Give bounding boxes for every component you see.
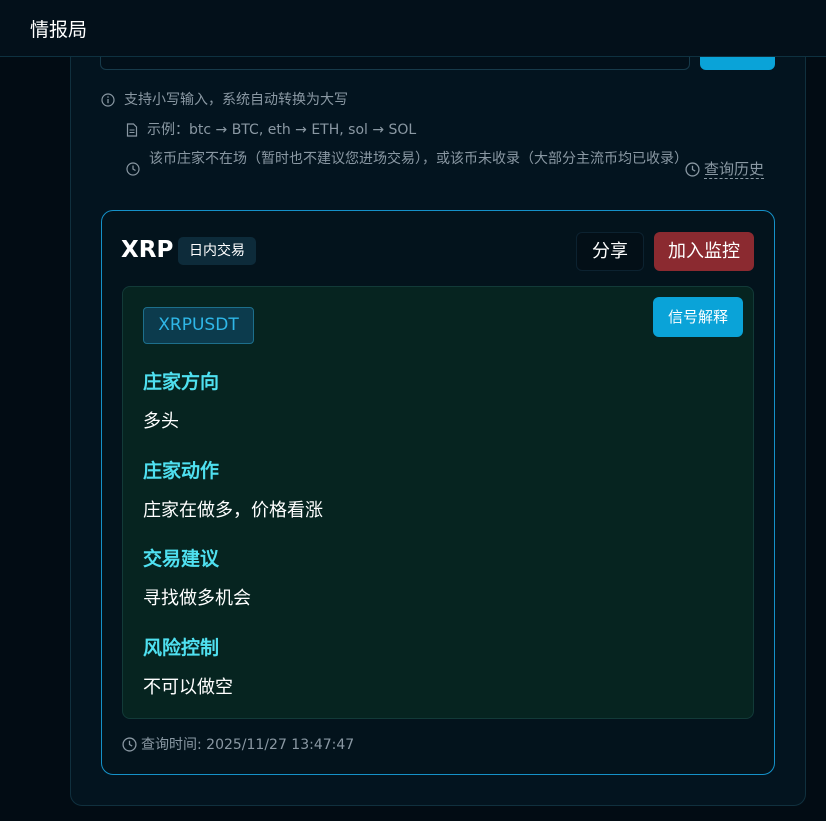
document-icon [126,123,138,137]
lowercase-hint: 支持小写输入，系统自动转换为大写 [101,90,348,110]
notice-hint: 该币庄家不在场（暂时也不建议您进场交易），或该币未收录（大部分主流币均已收录） [126,149,688,176]
query-time-text: 查询时间: 2025/11/27 13:47:47 [141,737,355,753]
top-bar: 情报局 [0,0,826,57]
add-monitor-button[interactable]: 加入监控 [654,232,754,271]
example-hint: 示例：btc → BTC, eth → ETH, sol → SOL [126,120,416,140]
clock-icon [122,736,137,752]
clock-icon [126,162,140,176]
section-value-risk: 不可以做空 [143,677,233,698]
section-value-direction: 多头 [143,411,179,432]
app-title: 情报局 [30,19,88,41]
clock-icon [685,162,700,177]
notice-hint-text: 该币庄家不在场（暂时也不建议您进场交易），或该币未收录（大部分主流币均已收录） [149,151,688,167]
section-value-action: 庄家在做多，价格看涨 [143,500,323,521]
lowercase-hint-text: 支持小写输入，系统自动转换为大写 [124,92,348,108]
section-title-action: 庄家动作 [143,460,220,482]
symbol-tag: XRPUSDT [143,307,254,344]
section-title-advice: 交易建议 [143,548,220,570]
trade-mode-badge: 日内交易 [178,237,256,265]
signal-explain-button[interactable]: 信号解释 [653,297,743,337]
example-hint-text: 示例：btc → BTC, eth → ETH, sol → SOL [147,122,417,138]
section-title-direction: 庄家方向 [143,371,220,393]
history-link[interactable]: 查询历史 [685,160,765,179]
history-link-label[interactable]: 查询历史 [704,160,765,179]
section-value-advice: 寻找做多机会 [143,588,251,609]
query-time: 查询时间: 2025/11/27 13:47:47 [122,734,354,754]
share-button[interactable]: 分享 [576,232,644,271]
coin-name: XRP [121,237,174,263]
section-title-risk: 风险控制 [143,637,220,659]
info-icon [101,93,115,107]
